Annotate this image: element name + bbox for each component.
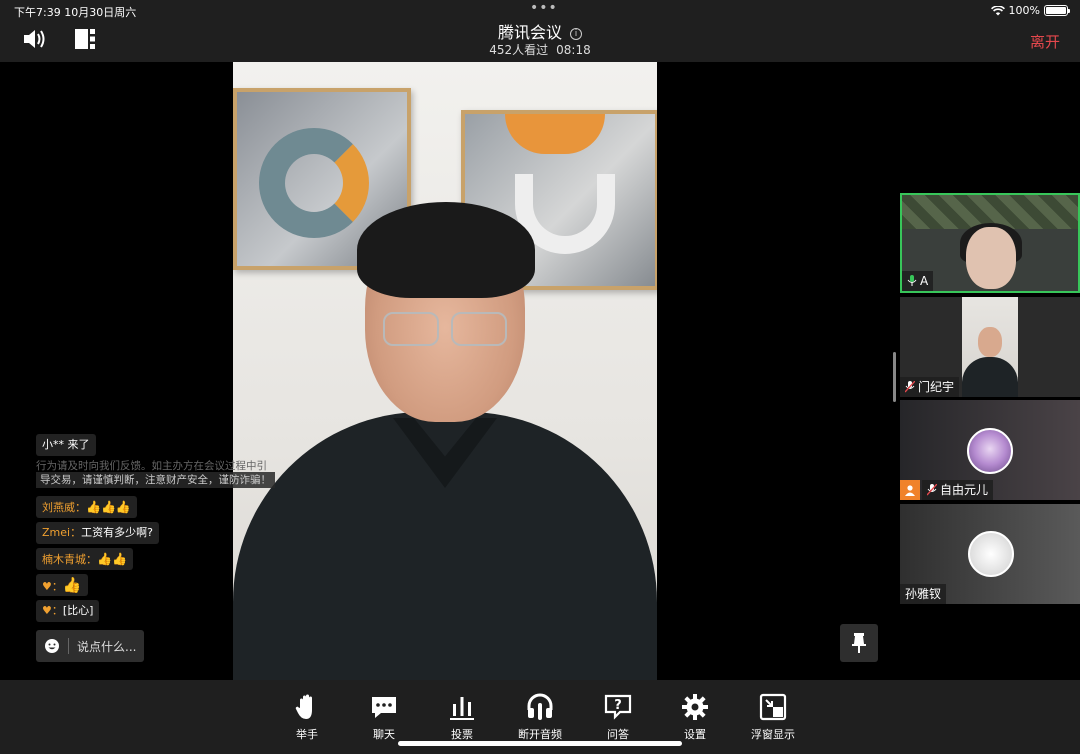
- disconnect-audio-label: 断开音频: [518, 728, 562, 741]
- chat-text: 👍: [62, 576, 82, 594]
- wifi-icon: [990, 5, 1005, 15]
- poll-label: 投票: [451, 728, 473, 741]
- gear-icon: [682, 694, 708, 720]
- chat-button[interactable]: 聊天: [349, 692, 419, 742]
- chat-text: [比心]: [62, 604, 94, 617]
- raise-hand-button[interactable]: 举手: [272, 692, 342, 742]
- qa-button[interactable]: ? 问答: [583, 692, 653, 742]
- mic-on-icon: [907, 275, 917, 286]
- meeting-subtitle: 452人看过 08:18: [0, 41, 1080, 58]
- hand-icon: [295, 694, 312, 719]
- question-bubble-icon: ?: [604, 694, 632, 720]
- chat-sender: Zmei：: [42, 526, 82, 539]
- viewer-count: 452人看过: [489, 43, 549, 57]
- participant-label: 孙雅钗: [900, 584, 947, 604]
- chat-input[interactable]: 说点什么...: [36, 630, 144, 662]
- top-bar: 下午7:39 10月30日周六 ••• 100% 腾讯会议 i 452人看过 08:…: [0, 0, 1080, 62]
- participant-tile[interactable]: 门纪宇: [900, 297, 1080, 397]
- poll-button[interactable]: 投票: [427, 692, 497, 742]
- chat-message: 楠木青城：👍👍: [36, 548, 133, 570]
- participant-name: 孙雅钗: [905, 587, 942, 601]
- multitask-dots-icon[interactable]: •••: [530, 1, 558, 15]
- disconnect-audio-button[interactable]: 断开音频: [505, 692, 575, 742]
- emoji-icon[interactable]: [44, 638, 60, 654]
- qa-label: 问答: [607, 728, 629, 741]
- chat-bubble-icon: [372, 697, 396, 718]
- info-icon[interactable]: i: [570, 28, 582, 40]
- host-badge-icon: [900, 480, 920, 500]
- input-divider: [68, 638, 69, 654]
- leave-button[interactable]: 离开: [1030, 31, 1060, 52]
- participant-name: 自由元儿: [940, 483, 989, 497]
- participant-face: [966, 227, 1016, 289]
- chat-message: Zmei：工资有多少啊?: [36, 522, 159, 544]
- chat-sender: ♥：: [42, 604, 63, 617]
- settings-button[interactable]: 设置: [660, 692, 730, 742]
- panel-resize-handle[interactable]: [893, 352, 896, 402]
- participant-label: 自由元儿: [922, 480, 994, 500]
- mic-muted-icon: [905, 381, 915, 393]
- floating-window-button[interactable]: 浮窗显示: [738, 692, 808, 742]
- participant-face: [978, 327, 1002, 357]
- participant-tile[interactable]: 孙雅钗: [900, 504, 1080, 604]
- chat-message: ♥：👍: [36, 574, 88, 596]
- chat-message: 刘燕威：👍👍👍: [36, 496, 137, 518]
- floating-window-label: 浮窗显示: [751, 728, 795, 741]
- chat-text: 👍👍: [97, 552, 127, 566]
- battery-icon: [1044, 5, 1070, 16]
- participant-avatar: [967, 428, 1013, 474]
- participant-tile[interactable]: A: [900, 193, 1080, 293]
- notice-line-2: 导交易，请谨慎判断，注意财产安全，谨防诈骗！: [36, 472, 275, 488]
- participant-name: 门纪宇: [918, 380, 955, 394]
- chat-safety-notice: 行为请及时向我们反馈。如主办方在会议过程中引 导交易，请谨慎判断，注意财产安全，…: [36, 458, 286, 488]
- svg-text:?: ?: [614, 698, 622, 713]
- notice-line-1: 行为请及时向我们反馈。如主办方在会议过程中引: [36, 460, 267, 472]
- meeting-title: 腾讯会议 i: [0, 19, 1080, 43]
- status-time: 下午7:39 10月30日周六: [14, 6, 137, 19]
- participant-body: [962, 357, 1018, 397]
- chat-sender: ♥：: [42, 580, 63, 593]
- headphones-icon: [527, 693, 553, 720]
- chat-text: 工资有多少啊?: [81, 526, 153, 539]
- chat-label: 聊天: [373, 728, 395, 741]
- meeting-title-text: 腾讯会议: [497, 23, 562, 42]
- participant-label: 门纪宇: [900, 377, 960, 397]
- floating-window-icon: [759, 693, 787, 721]
- chat-input-placeholder: 说点什么...: [77, 639, 137, 654]
- mic-muted-icon: [927, 484, 937, 496]
- chat-sender: 楠木青城：: [42, 553, 97, 566]
- participant-avatar: [968, 531, 1014, 577]
- chat-join-notice: 小** 来了: [36, 434, 96, 456]
- status-right: 100%: [990, 4, 1070, 17]
- pin-video-button[interactable]: [840, 624, 878, 662]
- home-indicator[interactable]: [398, 741, 682, 746]
- speaker-glasses: [383, 312, 507, 346]
- raise-hand-label: 举手: [296, 728, 318, 741]
- speaker-hair: [357, 202, 535, 298]
- battery-percent: 100%: [1008, 4, 1040, 17]
- participant-label: A: [902, 271, 934, 291]
- pin-icon: [852, 633, 866, 653]
- settings-label: 设置: [684, 728, 706, 741]
- chat-text: 👍👍👍: [86, 500, 131, 514]
- poll-chart-icon: [450, 697, 474, 720]
- chat-sender: 刘燕威：: [42, 501, 86, 514]
- main-video-feed: [233, 62, 657, 680]
- participant-tile[interactable]: 自由元儿: [900, 400, 1080, 500]
- participant-name: A: [920, 274, 929, 288]
- meeting-duration: 08:18: [556, 43, 591, 57]
- chat-message: ♥：[比心]: [36, 600, 100, 622]
